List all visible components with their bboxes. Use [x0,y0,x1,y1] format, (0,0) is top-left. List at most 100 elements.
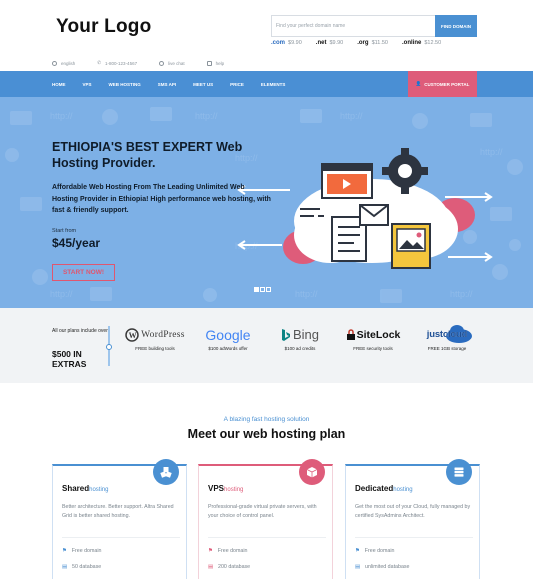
find-domain-button[interactable]: FIND DOMAIN [435,15,477,37]
top-info-bar: english ✆ 1-800-123-4567 live chat help [52,60,224,66]
partner-wordpress[interactable]: W WordPress FREE building tools [122,326,188,351]
partner-name: WordPress [141,329,185,340]
language-label: english [61,60,76,66]
tld-item-online[interactable]: .online $12.50 [402,40,441,46]
plan-feature: ⚑ Free domain [208,548,248,554]
partner-caption: FREE security tools [353,346,393,351]
partner-name: Google [205,326,251,343]
carousel-dot-1[interactable] [254,287,259,292]
partner-name: justcloud [426,329,468,340]
extras-intro: All our plans include over [52,328,108,334]
hero-title: ETHIOPIA'S BEST EXPERT Web Hosting Provi… [52,140,243,170]
plan-feature: ⚑ Free domain [355,548,395,554]
nav-item-meet-us[interactable]: MEET US [193,82,213,87]
plan-card-dedicated[interactable]: Dedicatedhosting Get the most out of you… [345,459,480,579]
user-icon: 👤 [415,81,422,86]
help-label: help [215,60,225,66]
plan-feature: ⚑ Free domain [62,548,102,554]
extras-value: $500 IN EXTRAS [52,349,100,369]
tld-ext: .com [271,40,286,46]
sitelock-icon: SiteLock [340,326,406,343]
database-icon: ▤ [62,564,68,570]
partner-bing[interactable]: Bing $100 ad credits [272,326,328,351]
nav-item-price[interactable]: PRICE [230,82,244,87]
phone-info[interactable]: ✆ 1-800-123-4567 [97,60,137,66]
help-link[interactable]: help [206,60,225,66]
plan-card-shared[interactable]: Sharedhosting Better architecture. Bette… [52,459,187,579]
feature-label: Free domain [364,548,395,554]
bing-icon: Bing [272,326,328,343]
hero-price: $45/year [52,236,101,250]
extras-value-text: $500 IN EXTRAS [52,349,87,369]
plan-card-vps[interactable]: VPShosting Professional-grade virtual pr… [198,459,333,579]
domain-search-input[interactable] [272,16,440,36]
email-icon [359,204,389,226]
database-icon: ▤ [208,564,214,570]
customer-portal-label: CUSTOMER PORTAL [424,81,470,87]
plan-title: Sharedhosting [62,484,108,493]
carousel-indicators [254,287,271,292]
plan-description: Get the most out of your Cloud, fully ma… [355,504,471,519]
partner-name: SiteLock [356,328,401,341]
partners-strip: All our plans include over $500 IN EXTRA… [0,308,533,383]
tld-item-com[interactable]: .com $9.90 [271,40,302,46]
tld-item-org[interactable]: .org $11.50 [357,40,388,46]
feature-label: Free domain [217,548,248,554]
plan-feature: ▤ unlimited database [355,564,409,570]
carousel-dot-3[interactable] [266,287,271,292]
feature-label: 50 database [72,564,102,570]
section-kicker: A blazing fast hosting solution [223,416,310,423]
tld-ext: .org [357,40,369,46]
phone-icon: ✆ [97,60,102,65]
logo[interactable]: Your Logo [56,16,151,38]
partner-justcloud[interactable]: justcloud FREE 1GB storage [418,325,476,351]
plan-title: VPShosting [208,484,243,493]
partner-sitelock[interactable]: SiteLock FREE security tools [340,326,406,351]
headset-icon [159,60,165,66]
tld-item-net[interactable]: .net $9.90 [316,40,343,46]
nav-item-sms-api[interactable]: SMS API [158,82,176,87]
nav-item-web-hosting[interactable]: WEB HOSTING [109,82,141,87]
pattern-text: http:// [295,289,318,299]
plan-divider [62,537,180,538]
carousel-dot-2[interactable] [260,287,265,292]
start-now-button[interactable]: START NOW! [52,264,115,281]
language-selector[interactable]: english [52,60,75,66]
partner-google[interactable]: Google $100 adWords offer [198,326,258,352]
flag-icon: ⚑ [208,548,213,554]
plan-description: Professional-grade virtual private serve… [208,504,317,519]
plan-name: Dedicated [355,484,394,493]
pattern-text: http:// [480,147,503,157]
plan-suffix: hosting [393,487,413,493]
database-icon: ▤ [355,564,361,570]
tld-price: $12.50 [424,40,442,46]
section-title: Meet our web hosting plan [187,427,346,441]
nav-item-elements[interactable]: ELEMENTS [261,82,286,87]
customer-portal-button[interactable]: 👤 CUSTOMER PORTAL [408,71,477,97]
server-icon [446,459,472,485]
pattern-text: http:// [50,289,73,299]
box-icon [299,459,325,485]
hero-description: Affordable Web Hosting From The Leading … [52,184,271,214]
pattern-text: http:// [50,111,73,121]
video-player-icon [321,163,373,199]
google-logo: Google [198,326,258,343]
feature-label: Free domain [71,548,102,554]
tld-price: $9.90 [329,40,344,46]
live-chat-link[interactable]: live chat [159,60,185,66]
tld-price-list: .com $9.90 .net $9.90 .org $11.50 .onlin… [271,40,481,46]
tld-price: $9.90 [288,40,302,46]
main-navigation: HOME VPS WEB HOSTING SMS API MEET US PRI… [0,71,533,97]
nav-item-vps[interactable]: VPS [83,82,92,87]
partner-caption: FREE building tools [135,346,175,351]
globe-icon [52,60,57,66]
nav-item-home[interactable]: HOME [52,82,66,87]
start-from-label: Start from [52,228,77,234]
plan-feature: ▤ 200 database [208,564,250,570]
feature-label: unlimited database [365,564,410,570]
justcloud-icon: justcloud [418,325,476,343]
flag-icon: ⚑ [355,548,360,554]
tld-price: $11.50 [371,40,388,46]
partner-caption: FREE 1GB storage [427,346,467,351]
phone-number: 1-800-123-4567 [105,60,138,66]
